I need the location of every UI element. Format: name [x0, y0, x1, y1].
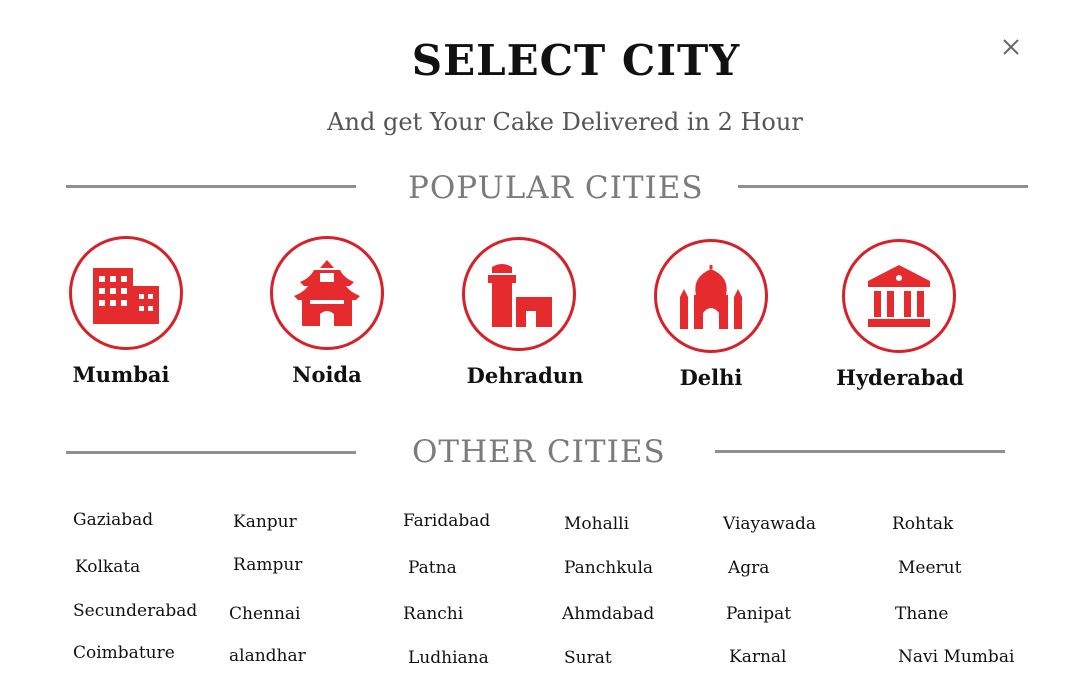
divider-left [66, 451, 356, 454]
city-name: Noida [292, 362, 362, 387]
city-name: Delhi [679, 365, 743, 390]
divider-left [66, 185, 356, 188]
other-city-link[interactable]: Ludhiana [408, 648, 489, 668]
other-cities-heading: OTHER CITIES [412, 434, 666, 470]
city-icon-circle [654, 239, 768, 353]
other-city-link[interactable]: Coimbature [73, 643, 175, 663]
taj-mahal-icon [680, 265, 742, 329]
other-city-link[interactable]: Navi Mumbai [898, 647, 1014, 667]
popular-city-noida[interactable]: Noida [247, 236, 407, 387]
city-name: Hyderabad [836, 365, 964, 390]
other-city-link[interactable]: Chennai [229, 604, 301, 624]
pagoda-icon [294, 260, 360, 326]
other-city-link[interactable]: Meerut [898, 558, 961, 578]
city-icon-circle [842, 239, 956, 353]
popular-city-hyderabad[interactable]: Hyderabad [819, 239, 979, 390]
city-name: Mumbai [72, 362, 170, 387]
popular-city-delhi[interactable]: Delhi [631, 239, 791, 390]
other-city-link[interactable]: Ranchi [403, 604, 463, 624]
other-city-link[interactable]: Thane [895, 604, 948, 624]
close-button[interactable] [996, 32, 1026, 62]
other-city-link[interactable]: Viayawada [723, 514, 816, 534]
other-city-link[interactable]: Ahmdabad [562, 604, 654, 624]
city-icon-circle [69, 236, 183, 350]
page-subtitle: And get Your Cake Delivered in 2 Hour [327, 108, 803, 136]
other-city-link[interactable]: Kanpur [233, 512, 297, 532]
other-city-link[interactable]: Agra [728, 558, 769, 578]
close-icon [1003, 39, 1019, 55]
other-city-link[interactable]: Mohalli [564, 514, 629, 534]
other-city-link[interactable]: Secunderabad [73, 601, 197, 621]
divider-right [715, 450, 1005, 453]
other-city-link[interactable]: Faridabad [403, 511, 490, 531]
other-city-link[interactable]: alandhar [229, 646, 306, 666]
popular-city-mumbai[interactable]: Mumbai [46, 236, 206, 387]
city-name: Dehradun [466, 363, 584, 388]
other-city-link[interactable]: Gaziabad [73, 510, 153, 530]
popular-city-dehradun[interactable]: Dehradun [439, 237, 599, 388]
other-city-link[interactable]: Kolkata [75, 557, 140, 577]
other-city-link[interactable]: Karnal [729, 647, 786, 667]
building-icon [93, 268, 159, 324]
page-title: SELECT CITY [411, 36, 741, 85]
other-city-link[interactable]: Patna [408, 558, 457, 578]
divider-right [738, 185, 1028, 188]
other-city-link[interactable]: Rampur [233, 555, 302, 575]
clock-tower-icon [488, 264, 552, 327]
museum-icon [868, 265, 930, 327]
other-city-link[interactable]: Panchkula [564, 558, 653, 578]
city-icon-circle [462, 237, 576, 351]
other-city-link[interactable]: Rohtak [892, 514, 953, 534]
popular-cities-heading: POPULAR CITIES [408, 170, 704, 206]
other-city-link[interactable]: Panipat [726, 604, 791, 624]
other-city-link[interactable]: Surat [564, 648, 612, 668]
city-icon-circle [270, 236, 384, 350]
